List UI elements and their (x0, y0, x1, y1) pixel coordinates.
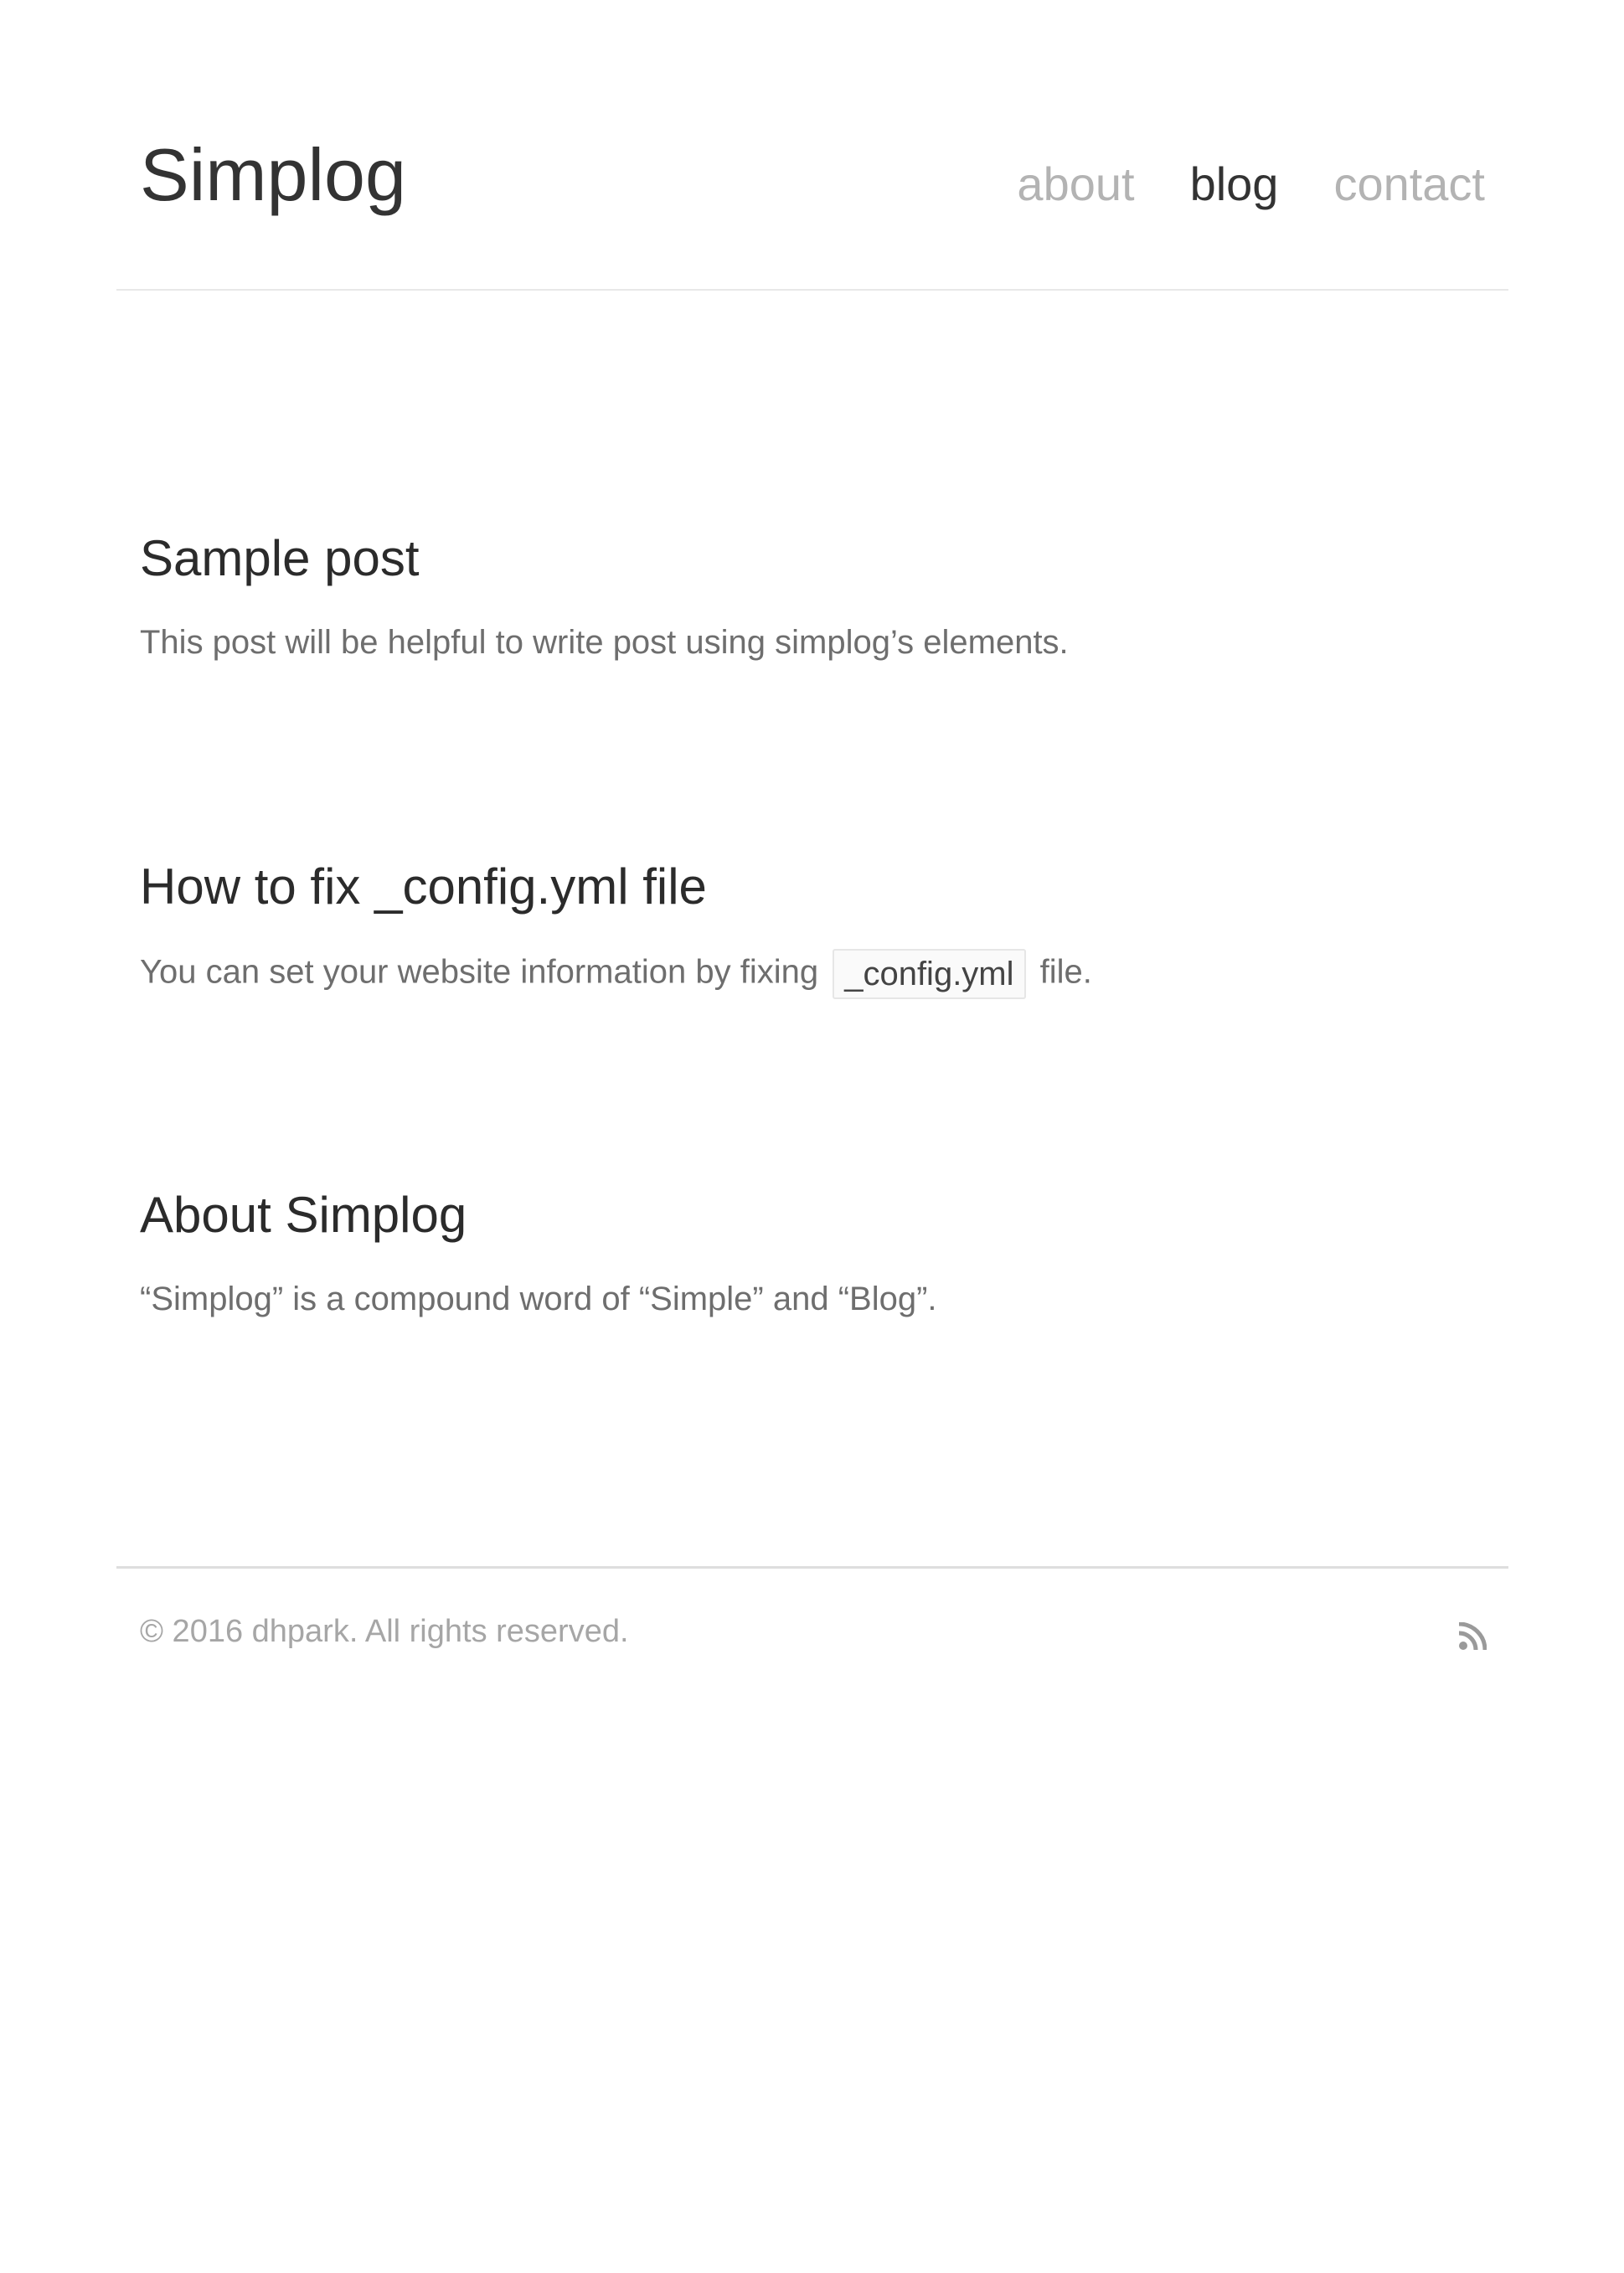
nav-item-contact[interactable]: contact (1333, 161, 1485, 208)
site-title-link[interactable]: Simplog (140, 138, 406, 212)
page-container: Simplog about blog contact Sample post T… (116, 0, 1508, 1651)
post-item: Sample post This post will be helpful to… (140, 533, 1480, 664)
site-footer: © 2016 dhpark. All rights reserved. (116, 1566, 1508, 1683)
post-excerpt: You can set your website information by … (140, 949, 1480, 999)
rss-icon (1458, 1621, 1487, 1651)
post-title-link[interactable]: How to fix _config.yml file (140, 862, 1480, 912)
post-title-link[interactable]: About Simplog (140, 1190, 1480, 1240)
post-item: About Simplog “Simplog” is a compound wo… (140, 1190, 1480, 1321)
rss-link[interactable] (1458, 1621, 1487, 1651)
copyright-text: © 2016 dhpark. All rights reserved. (140, 1614, 629, 1649)
nav-item-about[interactable]: about (1017, 161, 1134, 208)
nav-item-blog[interactable]: blog (1190, 161, 1279, 208)
site-header: Simplog about blog contact (116, 0, 1508, 291)
inline-code: _config.yml (833, 949, 1026, 999)
post-excerpt: “Simplog” is a compound word of “Simple”… (140, 1281, 937, 1317)
post-excerpt: This post will be helpful to write post … (140, 624, 1069, 661)
post-excerpt-text: You can set your website information by … (140, 953, 819, 991)
post-title-link[interactable]: Sample post (140, 533, 1480, 584)
main-nav: about blog contact (1017, 161, 1485, 208)
post-excerpt-text: file. (1039, 953, 1092, 991)
post-item: How to fix _config.yml file You can set … (140, 862, 1480, 999)
